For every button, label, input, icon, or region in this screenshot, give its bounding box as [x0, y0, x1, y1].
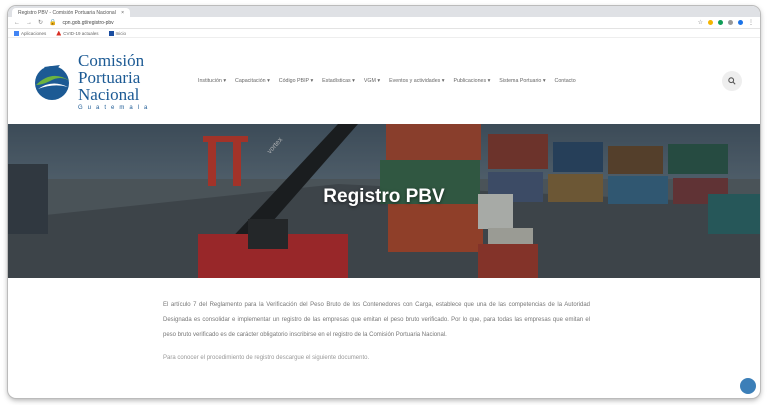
apps-icon	[14, 30, 19, 36]
extension-icon[interactable]	[728, 20, 733, 25]
site-header: Comisión Portuaria Nacional Guatemala In…	[8, 38, 760, 124]
tab-close-icon[interactable]: ×	[121, 10, 124, 16]
tab-strip: Registro PBV - Comisión Portuaria Nacion…	[8, 6, 760, 17]
reload-icon[interactable]: ↻	[38, 20, 43, 26]
tab-title: Registro PBV - Comisión Portuaria Nacion…	[18, 9, 116, 16]
nav-item-estadisticas[interactable]: Estadísticas ▾	[322, 78, 355, 84]
address-bar: ← → ↻ 🔒 cpn.gob.gt/registro-pbv ☆ ⋮	[8, 17, 760, 29]
extension-icon[interactable]	[718, 20, 723, 25]
facebook-icon	[108, 30, 114, 36]
menu-icon[interactable]: ⋮	[748, 20, 754, 26]
bookmark-label: CVID-19 actuales	[63, 30, 99, 36]
nav-item-institucion[interactable]: Institución ▾	[198, 78, 226, 84]
logo-text-line: Portuaria	[78, 67, 141, 87]
lock-icon: 🔒	[49, 19, 57, 26]
back-icon[interactable]: ←	[14, 20, 20, 26]
warning-icon	[56, 30, 62, 36]
nav-item-sistema-portuario[interactable]: Sistema Portuario ▾	[499, 78, 545, 84]
star-icon[interactable]: ☆	[698, 20, 703, 26]
extensions: ☆ ⋮	[698, 20, 754, 26]
logo-globe-icon	[35, 65, 70, 100]
extension-icon[interactable]	[708, 20, 713, 25]
nav-item-contacto[interactable]: Contacto	[555, 78, 576, 84]
browser-tab[interactable]: Registro PBV - Comisión Portuaria Nacion…	[12, 8, 130, 17]
bookmark-item[interactable]: CVID-19 actuales	[56, 30, 99, 36]
intro-paragraph: El artículo 7 del Reglamento para la Ver…	[163, 302, 590, 338]
logo-text-line: Nacional	[78, 84, 140, 104]
bookmark-label: Aplicaciones	[21, 30, 47, 36]
download-paragraph: Para conocer el procedimiento de registr…	[163, 355, 370, 361]
profile-avatar[interactable]	[738, 20, 743, 25]
nav-item-publicaciones[interactable]: Publicaciones ▾	[453, 78, 490, 84]
logo-text-line: Comisión	[78, 50, 145, 70]
bookmarks-bar: Aplicaciones CVID-19 actuales Inicio	[8, 29, 760, 38]
nav-item-codigo-pbip[interactable]: Código PBIP ▾	[279, 78, 313, 84]
chat-widget-button[interactable]	[740, 378, 756, 394]
site-logo[interactable]: Comisión Portuaria Nacional Guatemala	[30, 52, 180, 111]
nav-item-eventos[interactable]: Eventos y actividades ▾	[389, 78, 444, 84]
logo-text-line: Guatemala	[78, 104, 153, 111]
hero-banner: vortex Registro PBV	[8, 124, 760, 278]
page-title: Registro PBV	[323, 186, 445, 207]
browser-window: Registro PBV - Comisión Portuaria Nacion…	[8, 6, 760, 398]
nav-item-capacitacion[interactable]: Capacitación ▾	[235, 78, 270, 84]
url-field[interactable]: cpn.gob.gt/registro-pbv	[63, 20, 692, 26]
search-icon	[728, 77, 736, 85]
bookmark-apps[interactable]: Aplicaciones	[14, 30, 47, 36]
bookmark-item[interactable]: Inicio	[108, 30, 127, 36]
bookmark-label: Inicio	[115, 30, 127, 36]
page-content: El artículo 7 del Reglamento para la Ver…	[8, 278, 608, 361]
main-nav: Institución ▾ Capacitación ▾ Código PBIP…	[198, 78, 722, 84]
forward-icon[interactable]: →	[26, 20, 32, 26]
nav-item-vgm[interactable]: VGM ▾	[364, 78, 380, 84]
search-button[interactable]	[722, 71, 742, 91]
